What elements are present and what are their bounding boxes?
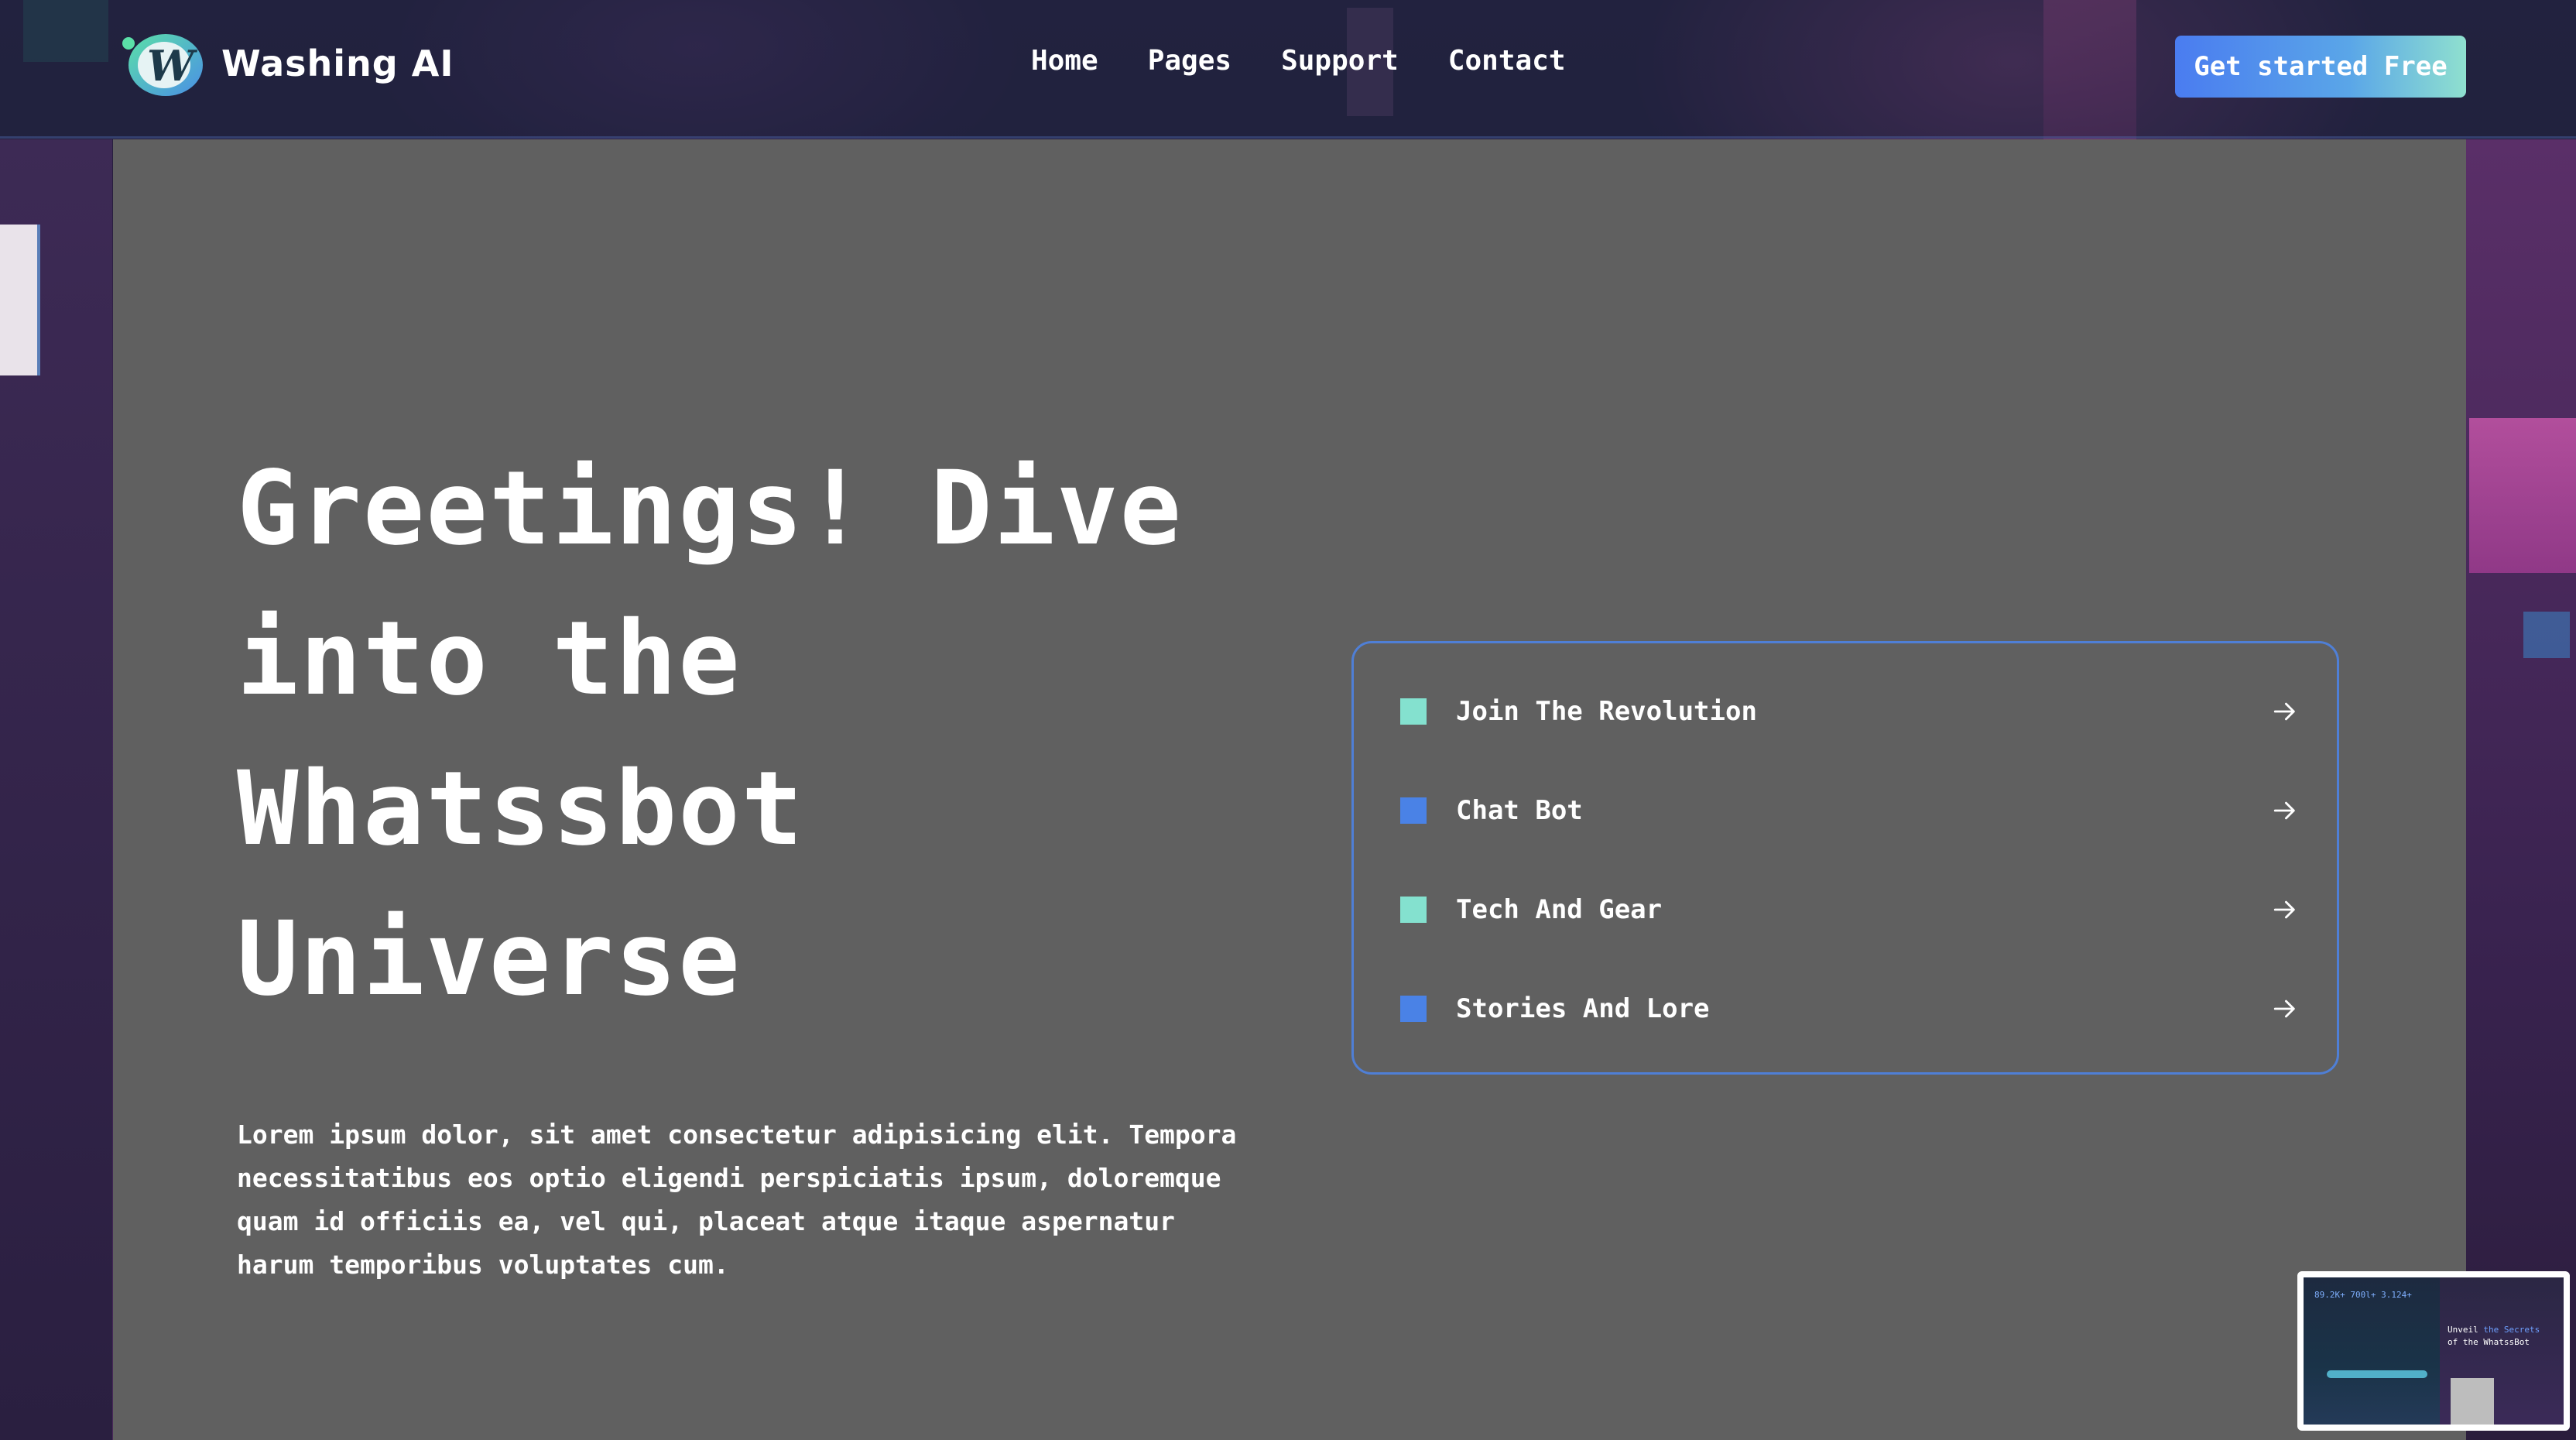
- thumbnail-heading-pre: Unveil: [2448, 1325, 2484, 1335]
- thumbnail-image-block: [2451, 1378, 2494, 1425]
- brand-name: Washing AI: [221, 43, 454, 84]
- menu-item-label: Chat Bot: [1456, 795, 1583, 826]
- menu-item-tech-and-gear[interactable]: Tech And Gear: [1400, 879, 2298, 941]
- arrow-right-icon: [2273, 900, 2295, 919]
- neon-sign-small: [2523, 612, 2570, 658]
- hero-panel: Greetings! Dive into the Whatssbot Unive…: [113, 139, 2466, 1440]
- thumbnail-glow: [2327, 1370, 2427, 1378]
- thumbnail-heading: Unveil the Secrets of the WhatssBot: [2448, 1324, 2540, 1349]
- menu-item-chat-bot[interactable]: Chat Bot: [1400, 780, 2298, 842]
- hero-title-line-3: Whatssbot: [237, 749, 805, 869]
- feature-menu: Join The Revolution Chat Bot Tech And Ge…: [1351, 641, 2339, 1075]
- nav-link-home[interactable]: Home: [1031, 45, 1098, 77]
- thumbnail-stats: 89.2K+ 700l+ 3.124+: [2314, 1290, 2412, 1300]
- page-preview-thumbnail[interactable]: 89.2K+ 700l+ 3.124+ Unveil the Secrets o…: [2297, 1271, 2570, 1431]
- neon-sign-left: [0, 225, 40, 375]
- arrow-right-icon: [2273, 999, 2295, 1018]
- main-nav: Home Pages Support Contact: [1031, 45, 1615, 77]
- brand-logo[interactable]: W Washing AI: [118, 29, 454, 98]
- hero-title-line-4: Universe: [237, 900, 742, 1019]
- navbar: W Washing AI Home Pages Support Contact …: [0, 0, 2576, 139]
- hero-description: Lorem ipsum dolor, sit amet consectetur …: [237, 1119, 1237, 1280]
- get-started-button[interactable]: Get started Free: [2175, 36, 2466, 98]
- logo-icon: W: [118, 29, 207, 98]
- nav-link-support[interactable]: Support: [1281, 45, 1399, 77]
- menu-item-join-revolution[interactable]: Join The Revolution: [1400, 681, 2298, 742]
- hero-title-line-2: into the: [237, 599, 742, 718]
- bullet-square-icon: [1400, 996, 1427, 1022]
- thumbnail-heading-line-2: of the WhatssBot: [2448, 1337, 2530, 1347]
- building-right: [2461, 139, 2576, 1440]
- bullet-square-icon: [1400, 698, 1427, 725]
- menu-item-stories-and-lore[interactable]: Stories And Lore: [1400, 978, 2298, 1040]
- bullet-square-icon: [1400, 897, 1427, 923]
- menu-item-label: Stories And Lore: [1456, 993, 1710, 1024]
- arrow-right-icon: [2273, 702, 2295, 721]
- neon-sign-right: [2469, 418, 2576, 573]
- menu-item-label: Tech And Gear: [1456, 894, 1663, 925]
- bullet-square-icon: [1400, 797, 1427, 824]
- arrow-right-icon: [2273, 801, 2295, 820]
- nav-link-contact[interactable]: Contact: [1448, 45, 1566, 77]
- hero-title-line-1: Greetings! Dive: [237, 449, 1184, 568]
- menu-item-label: Join The Revolution: [1456, 696, 1757, 727]
- hero-title: Greetings! Dive into the Whatssbot Unive…: [237, 434, 1243, 1034]
- thumbnail-content: 89.2K+ 700l+ 3.124+ Unveil the Secrets o…: [2304, 1277, 2564, 1425]
- nav-link-pages[interactable]: Pages: [1148, 45, 1231, 77]
- svg-text:W: W: [147, 41, 198, 91]
- thumbnail-heading-highlight: the Secrets: [2483, 1325, 2540, 1335]
